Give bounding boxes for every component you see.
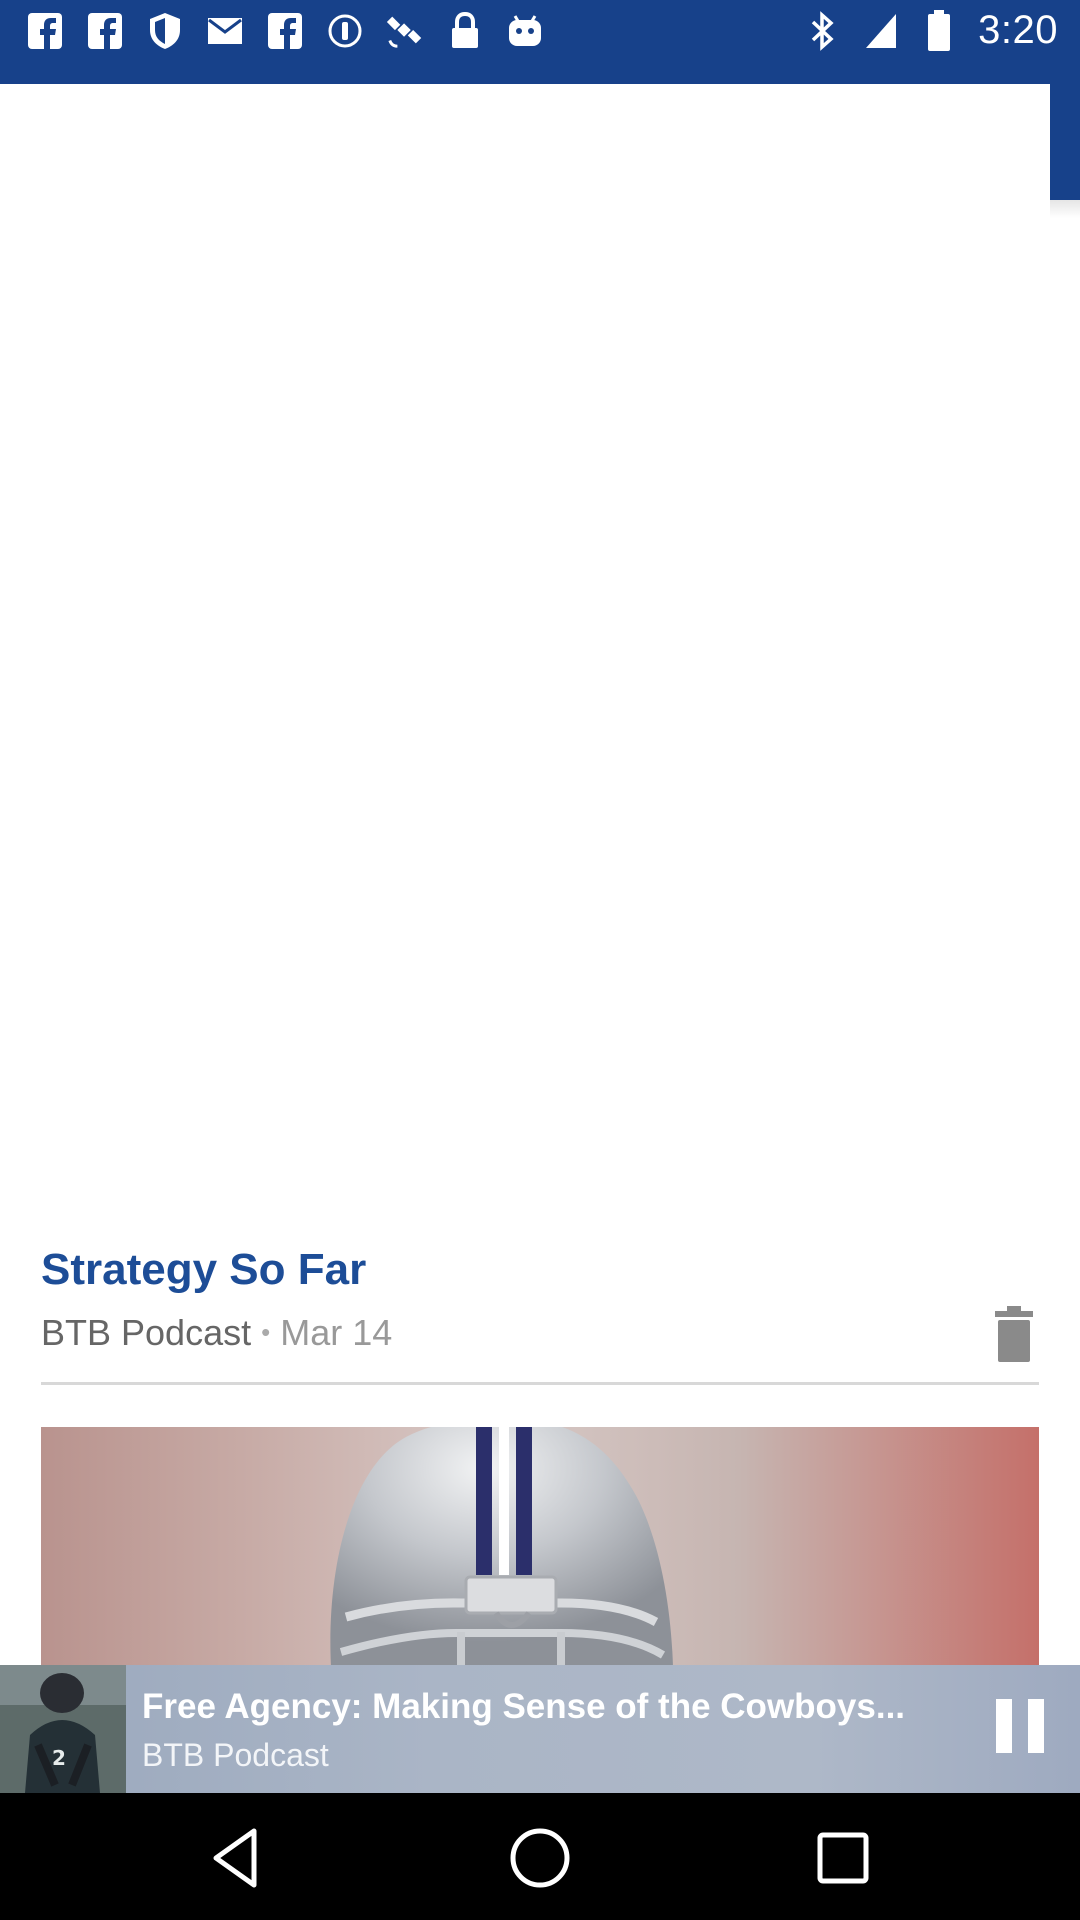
info-circle-icon — [326, 10, 364, 52]
bluetooth-icon — [804, 10, 842, 52]
trash-icon — [995, 1306, 1033, 1362]
navigation-bar — [0, 1793, 1080, 1920]
system-status: 3:20 — [804, 8, 1058, 53]
now-playing-subtitle: BTB Podcast — [142, 1737, 329, 1773]
android-icon — [506, 10, 544, 52]
overlay-panel — [0, 84, 1050, 1234]
back-button[interactable] — [202, 1823, 272, 1893]
episode-date: Mar 14 — [280, 1312, 393, 1353]
facebook-icon — [86, 10, 124, 52]
facebook-icon — [26, 10, 64, 52]
status-time: 3:20 — [978, 8, 1058, 52]
status-bar: 3:20 — [0, 0, 1080, 62]
meta-separator: • — [261, 1317, 271, 1347]
svg-text:2: 2 — [52, 1746, 66, 1770]
facebook-icon — [266, 10, 304, 52]
signal-icon — [862, 10, 900, 52]
panel-shadow — [1050, 200, 1080, 218]
pause-icon-bar — [1028, 1699, 1044, 1753]
notification-icons — [26, 10, 544, 52]
lock-icon — [446, 10, 484, 52]
episode-meta: BTB Podcast • Mar 14 — [41, 1312, 392, 1354]
episode-title-previous-line — [40, 1215, 1040, 1245]
helmet-illustration — [330, 1427, 673, 1667]
home-circle-icon — [510, 1828, 570, 1888]
episode-title[interactable]: Strategy So Far — [41, 1245, 366, 1295]
shield-icon — [146, 10, 184, 52]
back-triangle-icon — [213, 1828, 257, 1888]
mini-player[interactable]: 2 Free Agency: Making Sense of the Cowbo… — [0, 1665, 1080, 1793]
satellite-icon — [386, 10, 424, 52]
podcast-thumbnail: 2 — [0, 1665, 126, 1793]
recents-square-icon — [817, 1832, 869, 1884]
delete-button[interactable] — [995, 1306, 1033, 1362]
home-button[interactable] — [505, 1823, 575, 1893]
article-image[interactable] — [41, 1427, 1039, 1667]
episode-source: BTB Podcast — [41, 1312, 252, 1353]
recents-button[interactable] — [808, 1823, 878, 1893]
now-playing-title: Free Agency: Making Sense of the Cowboys… — [142, 1687, 906, 1726]
pause-icon — [996, 1699, 1012, 1753]
pause-button[interactable] — [996, 1699, 1046, 1755]
battery-icon — [920, 9, 958, 52]
list-divider — [41, 1382, 1039, 1385]
mail-icon — [206, 10, 244, 52]
